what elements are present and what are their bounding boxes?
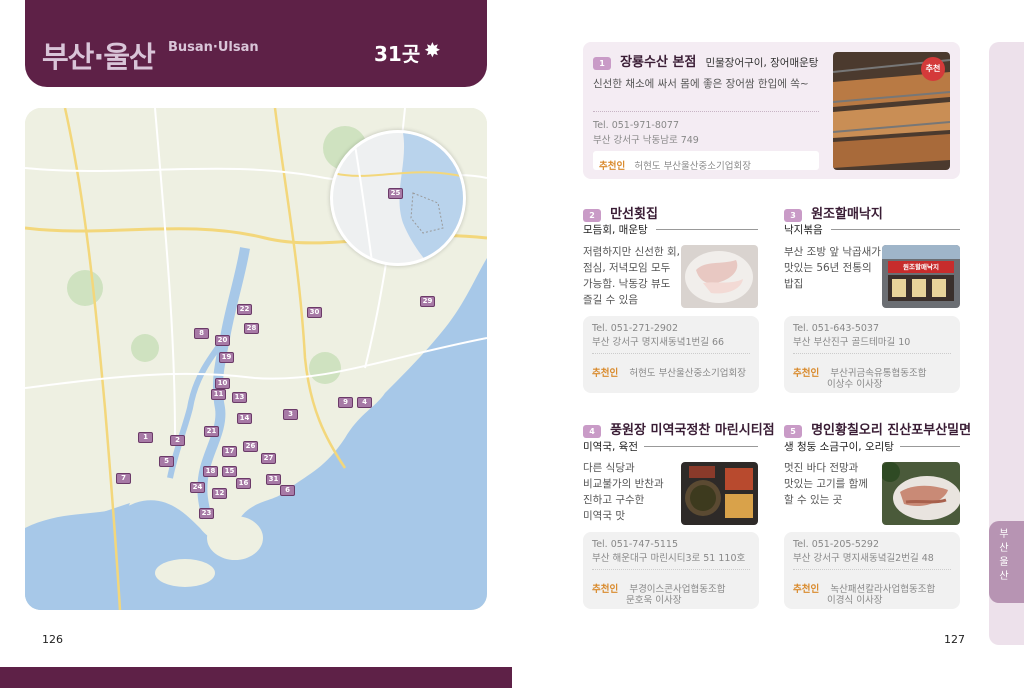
map-marker-14[interactable]: 14 [237, 413, 252, 424]
menu-underline [656, 229, 758, 230]
restaurant-address: 부산 해운대구 마린시티3로 51 110호 [592, 553, 746, 564]
map-marker-7[interactable]: 7 [116, 473, 131, 484]
map-marker-1[interactable]: 1 [138, 432, 153, 443]
map-marker-28[interactable]: 28 [244, 323, 259, 334]
map-marker-17[interactable]: 17 [222, 446, 237, 457]
restaurant-address: 부산 강서구 명지새동녘길2번길 48 [793, 553, 934, 564]
page-subtitle: Busan·Ulsan [168, 40, 259, 55]
restaurant-desc: 저렴하지만 신선한 회, 점심, 저녁모임 모두 가능함. 낙동강 뷰도 즐길 수 있… [583, 246, 680, 306]
restaurant-number: 1 [593, 57, 611, 70]
menu-underline [831, 229, 960, 230]
restaurant-address: 부산 강서구 낙동남로 749 [593, 135, 699, 146]
map-marker-23[interactable]: 23 [199, 508, 214, 519]
recommender-name: 허현도 부산울산중소기업회장 [634, 161, 751, 172]
restaurant-desc: 멋진 바다 전망과 맛있는 고기를 함께 할 수 있는 곳 [784, 462, 868, 506]
recommender: 추천인 허현도 부산울산중소기업회장 [592, 368, 746, 379]
restaurant-address: 부산 부산진구 골드테마길 10 [793, 337, 911, 348]
map-marker-24[interactable]: 24 [190, 482, 205, 493]
storefront-photo: 원조할매낙지 [882, 245, 960, 308]
map-marker-8[interactable]: 8 [194, 328, 209, 339]
map-marker-25[interactable]: 25 [388, 188, 403, 199]
recommender-title: 이상수 이사장 [827, 379, 883, 390]
recommender-title: 이경식 이사장 [827, 595, 883, 606]
divider [593, 111, 819, 112]
recommend-badge: 추천 [921, 57, 945, 81]
restaurant-3-heading: 3 원조할매낙지 [784, 203, 883, 222]
restaurant-tel: Tel. 051-205-5292 [793, 539, 880, 550]
star-icon: ✸ [424, 38, 441, 62]
map-marker-9[interactable]: 9 [338, 397, 353, 408]
restaurant-number: 5 [784, 425, 802, 438]
page-title: 부산·울산 [42, 40, 156, 74]
map-marker-27[interactable]: 27 [261, 453, 276, 464]
divider [592, 569, 750, 570]
map-marker-10[interactable]: 10 [215, 378, 230, 389]
map-marker-2[interactable]: 2 [170, 435, 185, 446]
recommender-label: 추천인 [599, 161, 626, 172]
restaurant-address: 부산 강서구 명지새동녘1번길 66 [592, 337, 725, 348]
map-marker-22[interactable]: 22 [237, 304, 252, 315]
restaurant-number: 3 [784, 209, 802, 222]
map-marker-18[interactable]: 18 [203, 466, 218, 477]
restaurant-4-heading: 4 풍원장 미역국정찬 마린시티점 [583, 419, 775, 438]
restaurant-menu: 민물장어구이, 장어매운탕 [705, 57, 819, 69]
recommender-box: 추천인 허현도 부산울산중소기업회장 [593, 151, 819, 172]
restaurant-name: 만선횟집 [610, 207, 658, 222]
place-count: 31곳 [374, 42, 421, 66]
restaurant-desc: 다른 식당과 비교불가의 반찬과 진하고 구수한 미역국 맛 [583, 462, 664, 522]
restaurant-name: 장룡수산 본점 [620, 55, 697, 70]
restaurant-1-heading: 1 장룡수산 본점 민물장어구이, 장어매운탕 [593, 51, 818, 70]
map-marker-21[interactable]: 21 [204, 426, 219, 437]
restaurant-menu: 미역국, 육전 [583, 441, 638, 453]
menu-underline [644, 446, 758, 447]
restaurant-menu: 모듬회, 매운탕 [583, 224, 648, 236]
map-marker-6[interactable]: 6 [280, 485, 295, 496]
map-marker-30[interactable]: 30 [307, 307, 322, 318]
map-marker-26[interactable]: 26 [243, 441, 258, 452]
restaurant-number: 2 [583, 209, 601, 222]
restaurant-tel: Tel. 051-643-5037 [793, 323, 880, 334]
duck-photo [882, 462, 960, 525]
map-marker-3[interactable]: 3 [283, 409, 298, 420]
restaurant-number: 4 [583, 425, 601, 438]
restaurant-name: 명인황칠오리 진산포부산밀면 [811, 423, 972, 438]
storefront-sign: 원조할매낙지 [903, 263, 939, 271]
restaurant-desc: 부산 조방 앞 낙곱새가 맛있는 56년 전통의 밥집 [784, 246, 881, 290]
restaurant-menu: 생 청둥 소금구이, 오리탕 [784, 441, 894, 453]
divider [793, 353, 951, 354]
map-marker-15[interactable]: 15 [222, 466, 237, 477]
region-map[interactable]: 25 29 22 30 28 8 20 19 10 11 13 9 4 3 14… [25, 108, 487, 610]
map-marker-11[interactable]: 11 [211, 389, 226, 400]
sashimi-photo [681, 245, 758, 308]
map-marker-19[interactable]: 19 [219, 352, 234, 363]
restaurant-desc: 신선한 채소에 싸서 몸에 좋은 장어쌈 한입에 쏙~ [593, 78, 809, 90]
restaurant-menu: 낙지볶음 [784, 224, 823, 236]
map-marker-20[interactable]: 20 [215, 335, 230, 346]
restaurant-name: 풍원장 미역국정찬 마린시티점 [610, 423, 775, 438]
seaweed-soup-photo [681, 462, 758, 525]
restaurant-2-heading: 2 만선횟집 [583, 203, 658, 222]
restaurant-tel: Tel. 051-971-8077 [593, 120, 680, 131]
restaurant-tel: Tel. 051-747-5115 [592, 539, 679, 550]
map-marker-12[interactable]: 12 [212, 488, 227, 499]
map-marker-31[interactable]: 31 [266, 474, 281, 485]
restaurant-5-heading: 5 명인황칠오리 진산포부산밀면 [784, 419, 971, 438]
menu-underline [900, 446, 960, 447]
divider [592, 353, 750, 354]
map-marker-13[interactable]: 13 [232, 392, 247, 403]
restaurant-name: 원조할매낙지 [811, 207, 883, 222]
map-marker-29[interactable]: 29 [420, 296, 435, 307]
map-marker-5[interactable]: 5 [159, 456, 174, 467]
region-tab-label: 부산울산 [999, 529, 1009, 582]
recommender-title: 문호욱 이사장 [626, 595, 682, 606]
bottom-bar [0, 667, 512, 688]
page-number-right: 127 [944, 633, 965, 646]
page-number-left: 126 [42, 633, 63, 646]
map-marker-4[interactable]: 4 [357, 397, 372, 408]
restaurant-tel: Tel. 051-271-2902 [592, 323, 679, 334]
map-marker-16[interactable]: 16 [236, 478, 251, 489]
divider [793, 569, 951, 570]
